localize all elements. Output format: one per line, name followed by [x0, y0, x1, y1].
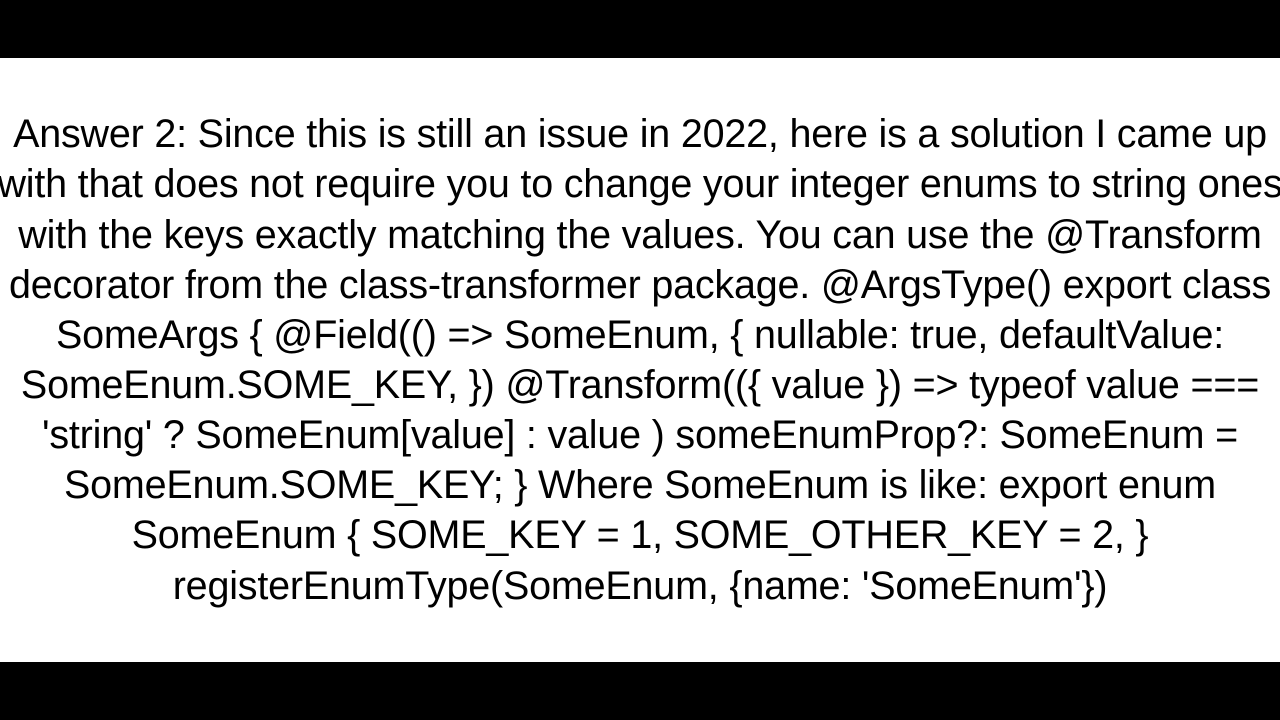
- answer-text: Answer 2: Since this is still an issue i…: [0, 109, 1280, 611]
- content-area: Answer 2: Since this is still an issue i…: [0, 58, 1280, 662]
